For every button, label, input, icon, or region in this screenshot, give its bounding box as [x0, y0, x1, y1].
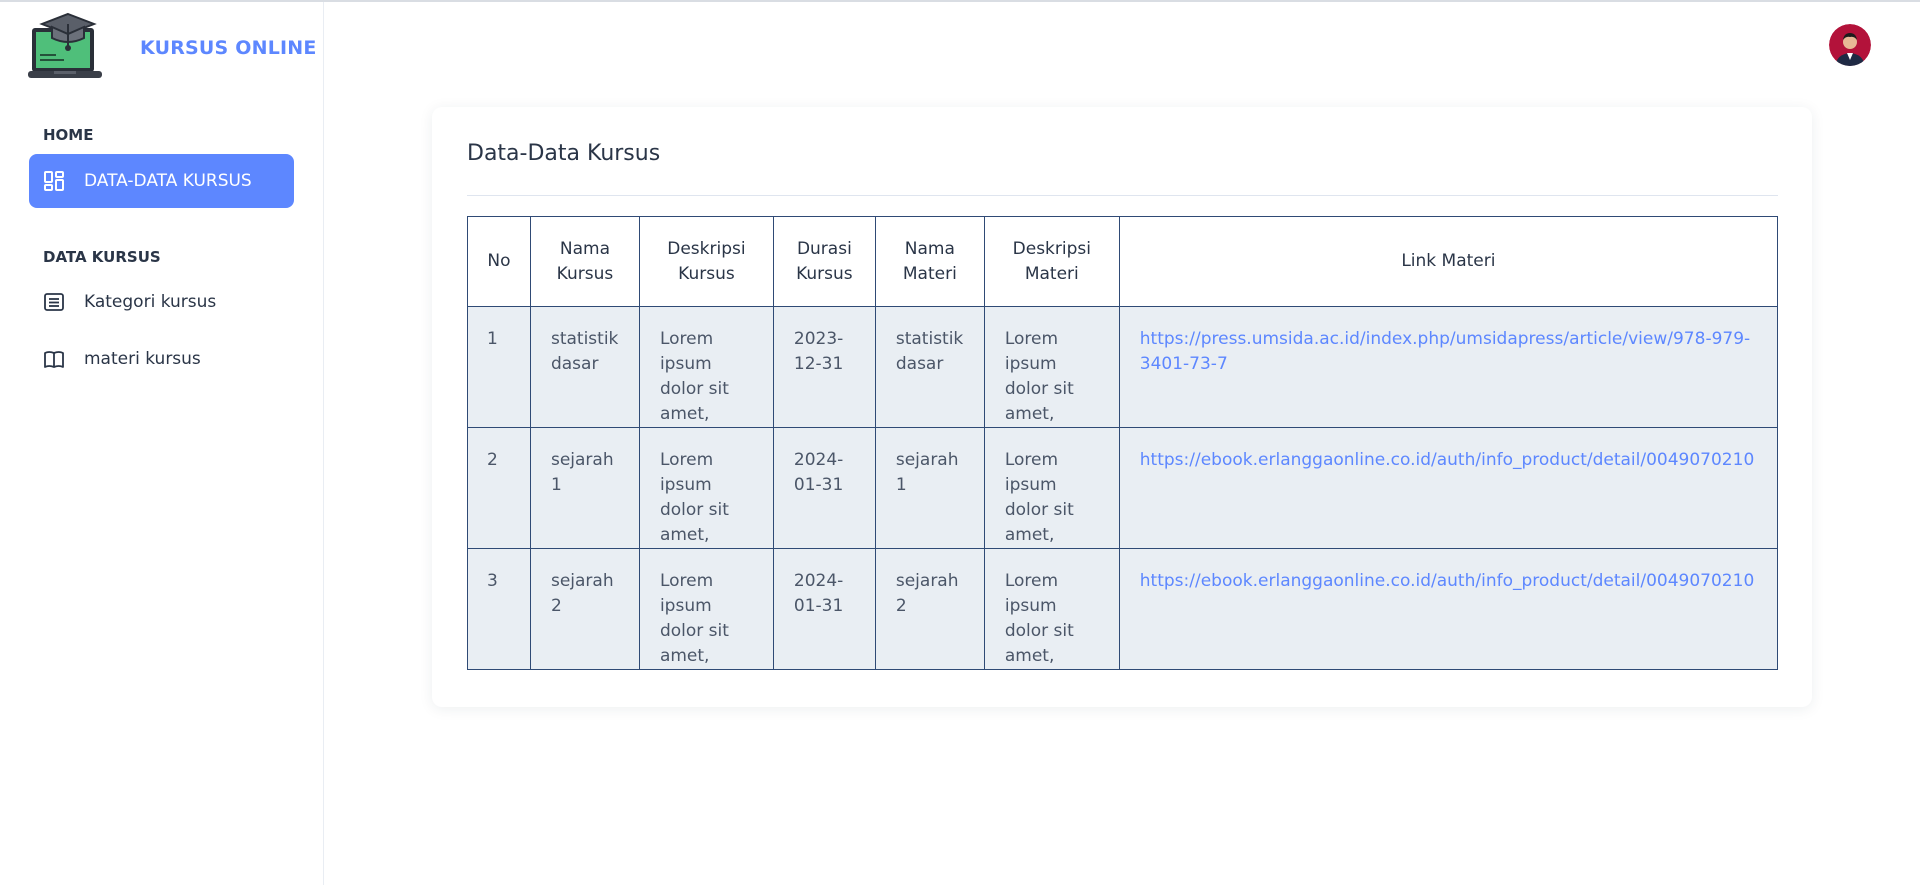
cell-deskripsi-kursus: Lorem ipsum dolor sit amet, — [638, 548, 774, 670]
list-icon — [43, 291, 65, 313]
column-header: Deskripsi Kursus — [638, 216, 774, 307]
title-divider — [467, 195, 1778, 196]
laptop-graduation-logo — [28, 10, 102, 82]
cell-deskripsi-kursus: Lorem ipsum dolor sit amet, — [638, 427, 774, 549]
materi-link[interactable]: https://ebook.erlanggaonline.co.id/auth/… — [1140, 571, 1754, 591]
page-title: Data-Data Kursus — [467, 141, 661, 166]
cell-deskripsi-kursus: Lorem ipsum dolor sit amet, — [638, 306, 774, 428]
sidebar-item-label: materi kursus — [84, 349, 201, 369]
cell-no: 1 — [467, 306, 531, 428]
cell-nama-kursus: statistik dasar — [529, 306, 640, 428]
cell-durasi-kursus: 2024-01-31 — [772, 427, 876, 549]
nav-caption-home: HOME — [43, 126, 94, 144]
cell-no: 2 — [467, 427, 531, 549]
cell-nama-kursus: sejarah 2 — [529, 548, 640, 670]
dashboard-icon — [43, 170, 65, 192]
cell-nama-kursus: sejarah 1 — [529, 427, 640, 549]
cell-durasi-kursus: 2023-12-31 — [772, 306, 876, 428]
data-kursus-card: Data-Data Kursus No Nama Kursus Deskrips… — [432, 107, 1812, 707]
column-header: Nama Materi — [874, 216, 985, 307]
cell-link-materi: https://ebook.erlanggaonline.co.id/auth/… — [1118, 548, 1779, 670]
cell-link-materi: https://ebook.erlanggaonline.co.id/auth/… — [1118, 427, 1779, 549]
table-header-row: No Nama Kursus Deskripsi Kursus Durasi K… — [467, 216, 1779, 307]
sidebar-item-kategori-kursus[interactable]: Kategori kursus — [29, 275, 294, 329]
book-icon — [43, 348, 65, 370]
nav-caption-data-kursus: DATA KURSUS — [43, 248, 161, 266]
cell-deskripsi-materi: Lorem ipsum dolor sit amet, — [983, 427, 1120, 549]
cell-nama-materi: statistik dasar — [874, 306, 985, 428]
sidebar-item-label: Kategori kursus — [84, 292, 217, 312]
materi-link[interactable]: https://press.umsida.ac.id/index.php/ums… — [1140, 329, 1750, 374]
table-row: 2 sejarah 1 Lorem ipsum dolor sit amet, … — [467, 427, 1779, 549]
sidebar-item-materi-kursus[interactable]: materi kursus — [29, 332, 294, 386]
column-header: Link Materi — [1118, 216, 1779, 307]
cell-durasi-kursus: 2024-01-31 — [772, 548, 876, 670]
materi-link[interactable]: https://ebook.erlanggaonline.co.id/auth/… — [1140, 450, 1754, 470]
user-avatar[interactable] — [1829, 24, 1871, 66]
cell-link-materi: https://press.umsida.ac.id/index.php/ums… — [1118, 306, 1779, 428]
sidebar-item-data-kursus[interactable]: DATA-DATA KURSUS — [29, 154, 294, 208]
column-header: Durasi Kursus — [772, 216, 876, 307]
column-header: Deskripsi Materi — [983, 216, 1120, 307]
brand[interactable]: KURSUS ONLINE — [28, 10, 328, 84]
table-row: 1 statistik dasar Lorem ipsum dolor sit … — [467, 306, 1779, 428]
kursus-table: No Nama Kursus Deskripsi Kursus Durasi K… — [467, 216, 1779, 670]
cell-deskripsi-materi: Lorem ipsum dolor sit amet, — [983, 548, 1120, 670]
cell-nama-materi: sejarah 2 — [874, 548, 985, 670]
cell-deskripsi-materi: Lorem ipsum dolor sit amet, — [983, 306, 1120, 428]
brand-name: KURSUS ONLINE — [140, 37, 317, 59]
column-header: No — [467, 216, 531, 307]
cell-nama-materi: sejarah 1 — [874, 427, 985, 549]
sidebar-item-label: DATA-DATA KURSUS — [84, 171, 252, 191]
table-row: 3 sejarah 2 Lorem ipsum dolor sit amet, … — [467, 548, 1779, 670]
cell-no: 3 — [467, 548, 531, 670]
column-header: Nama Kursus — [529, 216, 640, 307]
sidebar: KURSUS ONLINE HOME DATA-DATA KURSUS DATA… — [0, 2, 324, 885]
